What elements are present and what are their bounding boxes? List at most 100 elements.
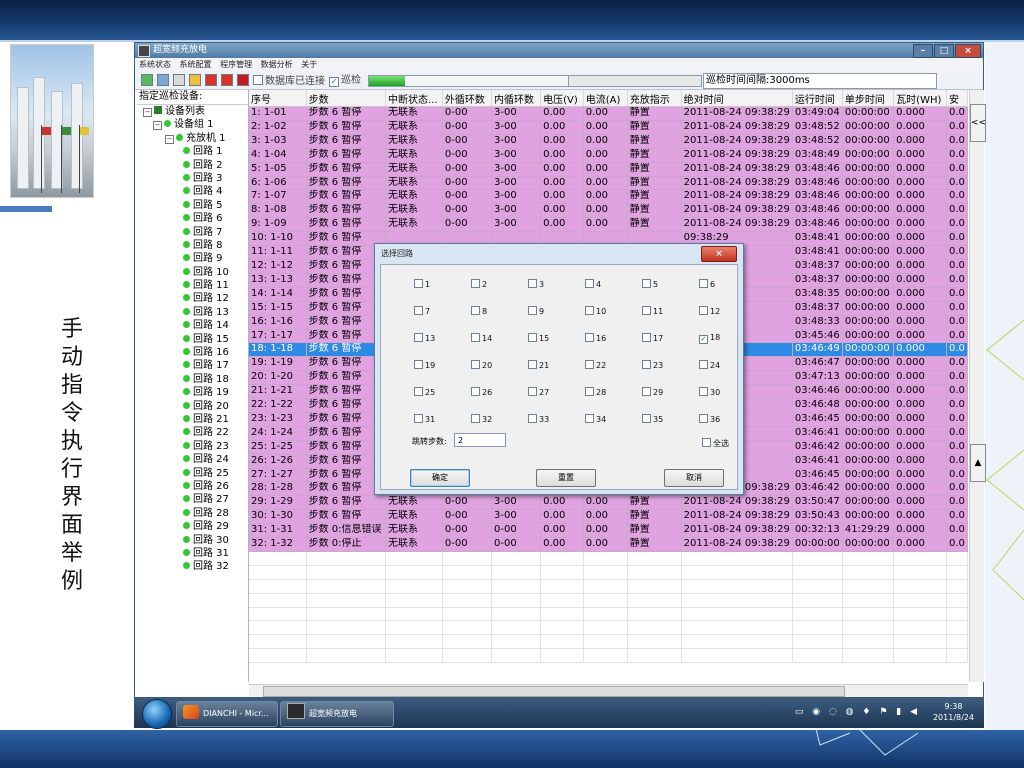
expand-icon[interactable]: − [143, 108, 152, 117]
loop-option-checkbox[interactable]: 29 [642, 387, 663, 398]
loop-option-checkbox[interactable]: 34 [585, 414, 606, 425]
menu-about[interactable]: 关于 [301, 60, 317, 69]
column-header[interactable]: 绝对时间 [681, 90, 793, 107]
menu-system-status[interactable]: 系统状态 [139, 60, 171, 69]
collapse-panel-button[interactable]: << [970, 104, 986, 142]
db-connected-checkbox[interactable]: 数据库已连接 [253, 75, 325, 87]
system-tray-icons[interactable]: ▭ ◉ ◌ ◍ ♦ ⚑ ▮ ◀ [795, 707, 920, 717]
loop-option-checkbox[interactable]: 26 [471, 387, 492, 398]
tree-loop-item[interactable]: 回路 31 [137, 547, 248, 560]
loop-option-checkbox[interactable]: 13 [414, 333, 435, 344]
loop-option-checkbox[interactable]: 4 [585, 279, 601, 290]
loop-option-checkbox[interactable]: 11 [642, 306, 663, 317]
column-header[interactable]: 外循环数 [442, 90, 492, 107]
tree-loop-item[interactable]: 回路 21 [137, 413, 248, 426]
loop-option-checkbox[interactable]: 28 [585, 387, 606, 398]
tree-loop-item[interactable]: 回路 28 [137, 507, 248, 520]
tree-group[interactable]: − 设备组 1 [137, 118, 248, 131]
tree-loop-item[interactable]: 回路 25 [137, 467, 248, 480]
loop-option-checkbox[interactable]: 27 [528, 387, 549, 398]
tree-loop-item[interactable]: 回路 32 [137, 560, 248, 573]
table-row[interactable]: 31: 1-31 步数 0:信息错误 无联系 0-00 0-00 0.00 0.00 静置 20… [249, 523, 968, 539]
loop-option-checkbox[interactable]: 22 [585, 360, 606, 371]
jump-step-input[interactable]: 2 [454, 433, 506, 447]
menu-system-config[interactable]: 系统配置 [180, 60, 212, 69]
tree-loop-item[interactable]: 回路 8 [137, 239, 248, 252]
loop-option-checkbox[interactable]: 19 [414, 360, 435, 371]
grid-view-icon[interactable] [141, 74, 153, 86]
column-header[interactable]: 电压(V) [540, 90, 584, 107]
loop-option-checkbox[interactable]: 14 [471, 333, 492, 344]
loop-option-checkbox[interactable]: 5 [642, 279, 658, 290]
window-titlebar[interactable]: 超宽频充放电 – □ × [135, 43, 983, 58]
tree-loop-item[interactable]: 回路 27 [137, 493, 248, 506]
tree-root[interactable]: − 设备列表 [137, 105, 248, 118]
loop-option-checkbox[interactable]: 1 [414, 279, 430, 290]
column-header[interactable]: 安 [946, 90, 968, 107]
loop-option-checkbox[interactable]: 8 [471, 306, 487, 317]
loop-option-checkbox[interactable]: ✓ 18 [699, 333, 720, 344]
tree-loop-item[interactable]: 回路 6 [137, 212, 248, 225]
table-row[interactable]: 30: 1-30 步数 6 暂停 无联系 0-00 3-00 0.00 0.00 静置 2011… [249, 509, 968, 525]
loop-option-checkbox[interactable]: 32 [471, 414, 492, 425]
table-row[interactable]: 5: 1-05 步数 6 暂停 无联系 0-00 3-00 0.00 0.00 静置 2011-… [249, 162, 968, 177]
column-header[interactable]: 序号 [249, 90, 307, 107]
loop-option-checkbox[interactable]: 16 [585, 333, 606, 344]
vertical-scrollbar[interactable] [969, 90, 984, 682]
expand-icon[interactable]: − [165, 134, 174, 144]
ok-button[interactable]: 确定 [410, 469, 470, 487]
task-app[interactable]: 超宽频充放电 [280, 701, 394, 727]
cancel-button[interactable]: 取消 [664, 469, 724, 487]
column-header[interactable]: 瓦时(WH) [893, 90, 947, 107]
maximize-button[interactable]: □ [934, 44, 954, 58]
pause-icon[interactable] [221, 74, 233, 86]
tree-loop-item[interactable]: 回路 16 [137, 346, 248, 359]
tree-loop-item[interactable]: 回路 7 [137, 226, 248, 239]
menu-data-analysis[interactable]: 数据分析 [261, 60, 293, 69]
tree-loop-item[interactable]: 回路 29 [137, 520, 248, 533]
loop-option-checkbox[interactable]: 24 [699, 360, 720, 371]
tree-loop-item[interactable]: 回路 3 [137, 172, 248, 185]
taskbar-clock[interactable]: 9:38 2011/8/24 [933, 701, 974, 723]
loop-option-checkbox[interactable]: 12 [699, 306, 720, 317]
loop-option-checkbox[interactable]: 25 [414, 387, 435, 398]
close-button[interactable]: × [955, 44, 981, 58]
dialog-close-button[interactable]: × [701, 246, 737, 262]
reset-button[interactable]: 重置 [536, 469, 596, 487]
tree-loop-item[interactable]: 回路 19 [137, 386, 248, 399]
tree-loop-item[interactable]: 回路 9 [137, 252, 248, 265]
tree-loop-item[interactable]: 回路 17 [137, 359, 248, 372]
table-row[interactable]: 2: 1-02 步数 6 暂停 无联系 0-00 3-00 0.00 0.00 静置 2011-… [249, 120, 968, 135]
table-row[interactable]: 4: 1-04 步数 6 暂停 无联系 0-00 3-00 0.00 0.00 静置 2011-… [249, 148, 968, 163]
tree-loop-item[interactable]: 回路 18 [137, 373, 248, 386]
table-row[interactable]: 6: 1-06 步数 6 暂停 无联系 0-00 3-00 0.00 0.00 静置 2011-… [249, 176, 968, 191]
save-icon[interactable] [173, 74, 185, 86]
tree-machine[interactable]: − 充放机 1 [137, 132, 248, 145]
loop-option-checkbox[interactable]: 35 [642, 414, 663, 425]
stop-icon[interactable] [237, 74, 249, 86]
column-header[interactable]: 步数 [306, 90, 386, 107]
table-row[interactable]: 1: 1-01 步数 6 暂停 无联系 0-00 3-00 0.00 0.00 静置 2011-… [249, 106, 968, 121]
tree-loop-item[interactable]: 回路 22 [137, 426, 248, 439]
column-header[interactable]: 单步时间 [842, 90, 895, 107]
loop-option-checkbox[interactable]: 2 [471, 279, 487, 290]
scroll-up-button[interactable]: ▲ [970, 444, 986, 482]
tree-loop-item[interactable]: 回路 10 [137, 266, 248, 279]
tree-loop-item[interactable]: 回路 1 [137, 145, 248, 158]
task-dianchi[interactable]: DIANCHI - Micr... [176, 701, 278, 727]
loop-option-checkbox[interactable]: 3 [528, 279, 544, 290]
column-header[interactable]: 电流(A) [583, 90, 628, 107]
refresh-icon[interactable] [157, 74, 169, 86]
chart-icon[interactable] [189, 74, 201, 86]
column-header[interactable]: 内循环数 [491, 90, 542, 107]
column-header[interactable]: 运行时间 [792, 90, 843, 107]
horizontal-scrollbar[interactable] [249, 684, 968, 697]
loop-option-checkbox[interactable]: 36 [699, 414, 720, 425]
column-header[interactable]: 中断状态... [385, 90, 443, 107]
tree-loop-item[interactable]: 回路 12 [137, 292, 248, 305]
loop-option-checkbox[interactable]: 33 [528, 414, 549, 425]
table-row[interactable]: 29: 1-29 步数 6 暂停 无联系 0-00 3-00 0.00 0.00 静置 2011… [249, 495, 968, 511]
column-header[interactable]: 充放指示 [627, 90, 682, 107]
loop-option-checkbox[interactable]: 10 [585, 306, 606, 317]
tree-loop-item[interactable]: 回路 11 [137, 279, 248, 292]
